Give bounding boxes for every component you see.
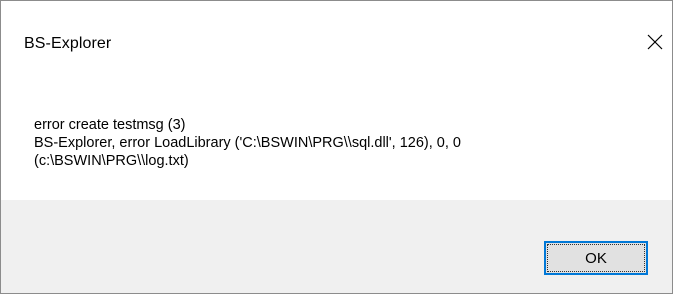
message-line-2: BS-Explorer, error LoadLibrary ('C:\BSWI…: [34, 135, 461, 151]
error-message: error create testmsg (3) BS-Explorer, er…: [34, 116, 654, 170]
close-button[interactable]: [638, 27, 672, 57]
dialog-title: BS-Explorer: [24, 35, 112, 52]
ok-button-label: OK: [585, 249, 607, 267]
ok-button[interactable]: OK: [544, 241, 648, 275]
message-line-1: error create testmsg (3): [34, 117, 186, 133]
message-line-3: (c:\BSWIN\PRG\\log.txt): [34, 153, 189, 169]
title-bar: BS-Explorer: [1, 1, 672, 87]
close-icon: [647, 34, 663, 50]
message-dialog: BS-Explorer error create testmsg (3) BS-…: [0, 0, 673, 294]
